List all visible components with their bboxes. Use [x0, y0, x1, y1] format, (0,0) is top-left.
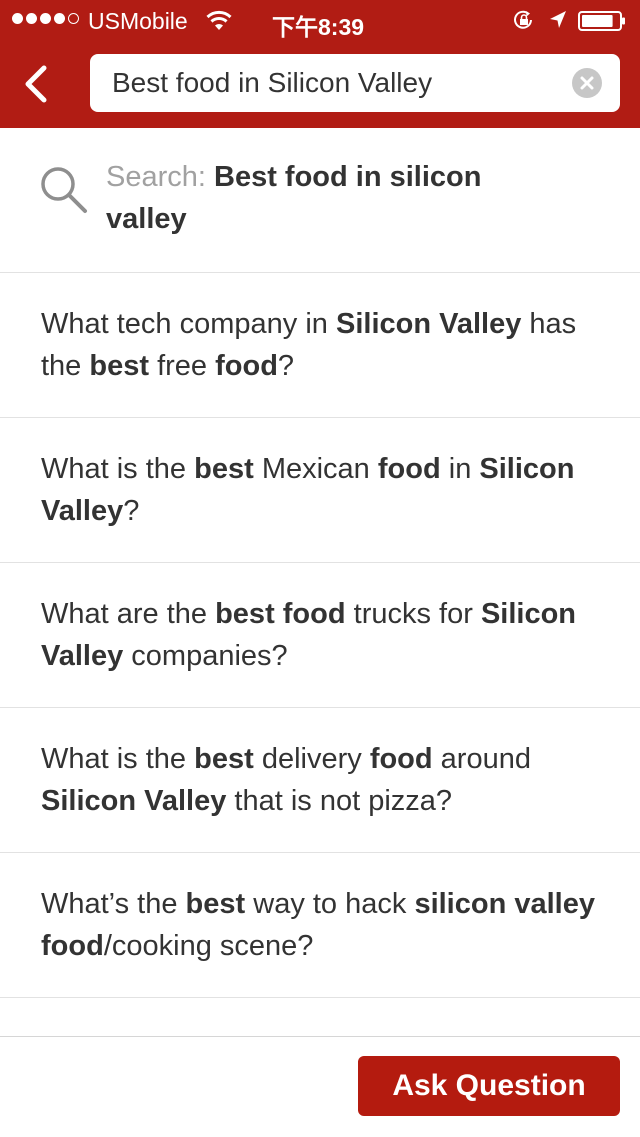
question-suggestion-row[interactable]: What are the best food trucks for Silico…: [0, 563, 640, 708]
question-text: delivery: [253, 743, 370, 775]
question-text: companies?: [123, 640, 288, 672]
clear-circle-icon: [580, 76, 594, 90]
question-text: Mexican: [253, 453, 378, 485]
footer-bar: Ask Question: [0, 1036, 640, 1137]
search-results-list: Search: Best food in silicon valley What…: [0, 128, 640, 1036]
question-text: What are the: [41, 598, 216, 630]
matched-term: Silicon Valley: [41, 785, 227, 817]
back-button[interactable]: [18, 62, 58, 106]
question-text: trucks for: [345, 598, 481, 630]
question-text: free: [149, 350, 216, 382]
rotation-lock-icon: [512, 9, 536, 37]
question-text: What is the: [41, 743, 195, 775]
matched-term: Silicon Valley: [335, 308, 522, 340]
search-suggestion-text: Search: Best food in silicon valley: [106, 156, 566, 240]
question-text: What is the: [41, 453, 195, 485]
matched-term: best: [194, 453, 254, 485]
question-text: in: [440, 453, 480, 485]
status-bar: USMobile 下午8:39: [0, 0, 640, 40]
search-prefix-label: Search:: [106, 161, 214, 193]
ask-question-button[interactable]: Ask Question: [358, 1056, 620, 1116]
question-text: that is not pizza?: [226, 785, 453, 817]
question-text: way to hack: [245, 888, 415, 920]
question-text: /cooking scene?: [103, 930, 314, 962]
signal-strength-icon: [12, 13, 79, 24]
matched-term: food: [215, 350, 278, 382]
location-arrow-icon: [548, 9, 568, 37]
question-suggestion-row[interactable]: What is the best Mexican food in Silicon…: [0, 418, 640, 563]
matched-term: best: [194, 743, 254, 775]
search-input[interactable]: [112, 54, 562, 112]
question-text: around: [432, 743, 531, 775]
carrier-name: USMobile: [88, 8, 188, 34]
question-text: What tech company in: [41, 308, 336, 340]
matched-term: food: [369, 743, 433, 775]
matched-term: best: [89, 350, 150, 382]
question-text: What’s the: [41, 888, 186, 920]
chevron-left-icon: [25, 65, 47, 103]
question-text: ?: [123, 495, 140, 527]
question-suggestion-row[interactable]: What is the best delivery food around Si…: [0, 708, 640, 853]
matched-term: food: [377, 453, 441, 485]
question-text: ?: [277, 350, 295, 382]
question-suggestions: What tech company in Silicon Valley has …: [0, 273, 640, 998]
matched-term: best food: [215, 598, 346, 630]
magnifier-icon: [41, 167, 87, 213]
search-header: [0, 40, 640, 128]
question-suggestion-row[interactable]: What’s the best way to hack silicon vall…: [0, 853, 640, 998]
matched-term: best: [185, 888, 246, 920]
clear-search-button[interactable]: [572, 68, 602, 98]
search-box: [90, 54, 620, 112]
search-suggestion-row[interactable]: Search: Best food in silicon valley: [0, 128, 640, 273]
clock: 下午8:39: [272, 14, 365, 40]
wifi-icon: [204, 10, 234, 38]
battery-icon: [578, 10, 626, 31]
question-suggestion-row[interactable]: What tech company in Silicon Valley has …: [0, 273, 640, 418]
